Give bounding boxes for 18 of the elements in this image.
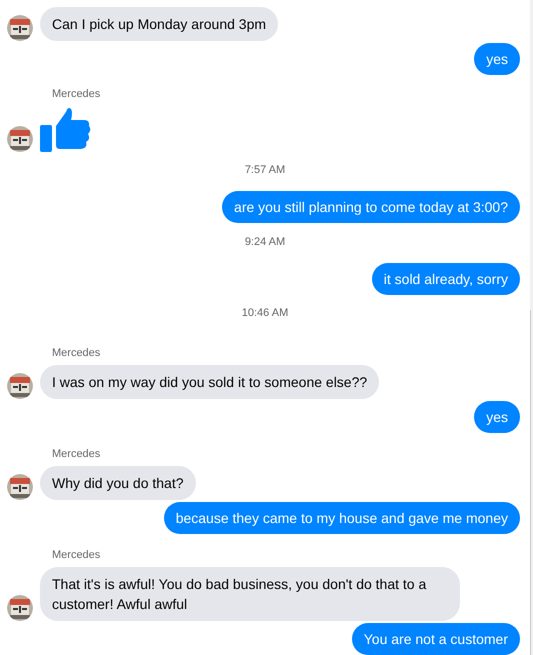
message-bubble: That it's is awful! You do bad business, you don't do that to a customer! Awful awful [40, 566, 460, 621]
message-bubble: yes [474, 400, 520, 433]
sender-name: Mercedes [52, 346, 100, 360]
sender-name: Mercedes [52, 446, 100, 461]
message-bubble: it sold already, sorry [372, 262, 520, 295]
message-bubble: Can I pick up Monday around 3pm [40, 7, 278, 41]
message-bubble: yes [474, 43, 520, 75]
message-bubble: You are not a customer [352, 622, 520, 655]
message-bubble: because they came to my house and gave me money [164, 502, 520, 534]
timestamp: 10:46 AM [242, 306, 288, 322]
sender-name: Mercedes [52, 548, 100, 562]
thumbs-up-icon [40, 106, 92, 152]
sender-name: Mercedes [52, 87, 100, 101]
message-bubble: I was on my way did you sold it to someone else?? [40, 364, 380, 399]
message-bubble: are you still planning to come today at 3:00? [222, 191, 520, 224]
message-bubble: Why did you do that? [40, 466, 196, 500]
timestamp: 9:24 AM [244, 234, 286, 250]
timestamp: 7:57 AM [244, 163, 286, 178]
